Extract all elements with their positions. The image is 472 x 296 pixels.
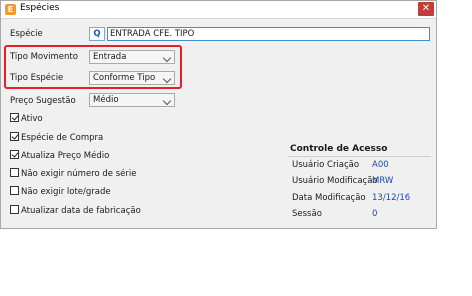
close-button[interactable]: ✕ <box>418 2 434 16</box>
atualiza-preco-medio-checkbox[interactable]: Atualiza Preço Médio <box>10 150 110 163</box>
tipo-especie-label: Tipo Espécie <box>10 73 64 83</box>
atualizar-data-fabricacao-checkbox[interactable]: Atualizar data de fabricação <box>10 205 141 218</box>
ativo-checkbox[interactable]: Ativo <box>10 113 43 126</box>
usuario-criacao-value: A00 <box>372 160 389 170</box>
especie-input[interactable]: ENTRADA CFE. TIPO <box>107 27 430 41</box>
especie-de-compra-checkbox[interactable]: Espécie de Compra <box>10 132 104 145</box>
especie-lookup-button[interactable]: Q <box>89 27 105 41</box>
sessao-label: Sessão <box>292 209 322 219</box>
tipo-movimento-value: Entrada <box>93 52 127 62</box>
nao-exigir-lote-grade-checkbox[interactable]: Não exigir lote/grade <box>10 186 111 199</box>
preco-sugestao-label: Preço Sugestão <box>10 96 76 106</box>
window-title: Espécies <box>20 3 60 13</box>
tipo-movimento-label: Tipo Movimento <box>10 52 78 62</box>
especie-label: Espécie <box>10 29 43 39</box>
checkbox-label: Espécie de Compra <box>21 133 104 143</box>
chevron-down-icon <box>162 96 172 106</box>
checkbox-icon[interactable] <box>10 205 19 214</box>
tipo-movimento-select[interactable]: Entrada <box>89 50 175 64</box>
group-divider <box>288 156 431 157</box>
preco-sugestao-select[interactable]: Médio <box>89 93 175 107</box>
tipo-especie-select[interactable]: Conforme Tipo <box>89 71 175 85</box>
usuario-modificacao-label: Usuário Modificação <box>292 176 378 186</box>
nao-exigir-numero-serie-checkbox[interactable]: Não exigir número de série <box>10 168 137 181</box>
checkbox-label: Ativo <box>21 114 43 124</box>
data-modificacao-label: Data Modificação <box>292 193 366 203</box>
checkbox-icon[interactable] <box>10 113 19 122</box>
checkbox-label: Não exigir número de série <box>21 169 137 179</box>
checkbox-icon[interactable] <box>10 150 19 159</box>
checkbox-label: Não exigir lote/grade <box>21 187 111 197</box>
usuario-criacao-label: Usuário Criação <box>292 160 360 170</box>
tipo-especie-value: Conforme Tipo <box>93 73 156 83</box>
usuario-modificacao-value: MRW <box>372 176 394 186</box>
title-bar: E Espécies ✕ <box>1 1 436 19</box>
data-modificacao-value: 13/12/16 <box>372 193 411 203</box>
checkbox-icon[interactable] <box>10 186 19 195</box>
especies-window: E Espécies ✕ Espécie Q ENTRADA CFE. TIPO… <box>0 0 437 229</box>
sessao-value: 0 <box>372 209 378 219</box>
checkbox-icon[interactable] <box>10 168 19 177</box>
preco-sugestao-value: Médio <box>93 95 119 105</box>
app-icon: E <box>5 4 16 15</box>
checkbox-label: Atualizar data de fabricação <box>21 206 141 216</box>
checkbox-label: Atualiza Preço Médio <box>21 151 110 161</box>
controle-acesso-title: Controle de Acesso <box>290 144 388 154</box>
checkbox-icon[interactable] <box>10 132 19 141</box>
chevron-down-icon <box>162 53 172 63</box>
chevron-down-icon <box>162 74 172 84</box>
